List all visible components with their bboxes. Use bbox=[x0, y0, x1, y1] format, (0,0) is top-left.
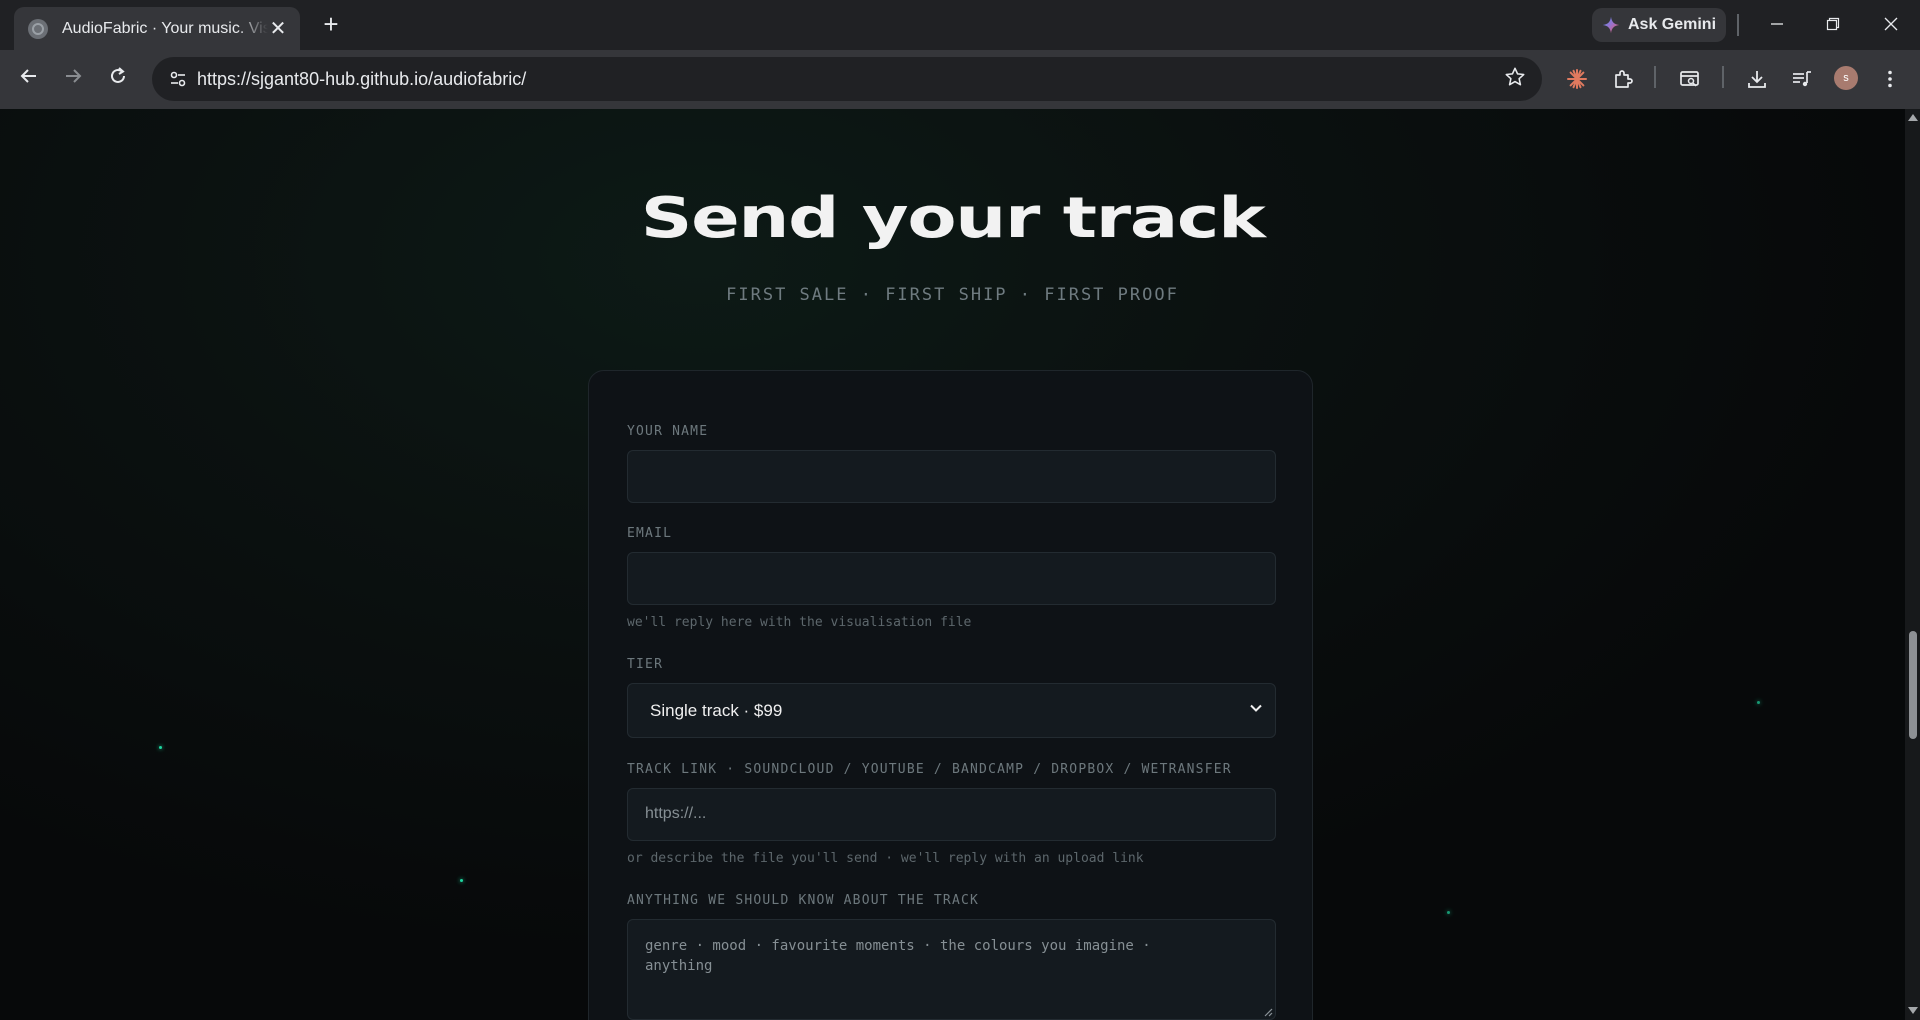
divider bbox=[1722, 66, 1724, 88]
email-input[interactable] bbox=[627, 552, 1276, 605]
puzzle-icon bbox=[1615, 70, 1633, 88]
email-label: EMAIL bbox=[627, 526, 673, 541]
url-text[interactable]: https://sjgant80-hub.github.io/audiofabr… bbox=[197, 69, 526, 90]
more-vertical-icon bbox=[1888, 70, 1892, 88]
browser-chrome: AudioFabric · Your music. Visualised ✕ +… bbox=[0, 0, 1920, 109]
particle bbox=[159, 746, 162, 749]
page-scrollbar[interactable] bbox=[1905, 109, 1920, 1020]
restore-icon bbox=[1826, 17, 1840, 31]
profile-avatar[interactable]: s bbox=[1834, 66, 1858, 90]
extensions-button[interactable] bbox=[1608, 64, 1638, 94]
notes-label: ANYTHING WE SHOULD KNOW ABOUT THE TRACK bbox=[627, 893, 980, 908]
ask-gemini-button[interactable]: Ask Gemini bbox=[1592, 8, 1726, 42]
track-link-label: TRACK LINK · SOUNDCLOUD / YOUTUBE / BAND… bbox=[627, 762, 1232, 777]
close-icon bbox=[1884, 17, 1898, 31]
close-window-button[interactable] bbox=[1876, 10, 1906, 40]
scroll-down-icon[interactable] bbox=[1908, 1007, 1918, 1014]
ask-gemini-label: Ask Gemini bbox=[1627, 16, 1717, 33]
submission-form: YOUR NAME EMAIL we'll reply here with th… bbox=[588, 370, 1313, 1020]
tab-title: AudioFabric · Your music. Visualised bbox=[62, 19, 268, 37]
tab-search-button[interactable] bbox=[1675, 64, 1705, 94]
name-label: YOUR NAME bbox=[627, 424, 709, 439]
close-tab-icon[interactable]: ✕ bbox=[268, 19, 288, 39]
tier-selected-value: Single track · $99 bbox=[650, 701, 783, 720]
sunburst-icon bbox=[1567, 69, 1587, 89]
reload-button[interactable] bbox=[103, 64, 133, 94]
scrollbar-thumb[interactable] bbox=[1909, 631, 1917, 739]
tab-strip: AudioFabric · Your music. Visualised ✕ +… bbox=[0, 0, 1920, 50]
track-link-hint: or describe the file you'll send · we'll… bbox=[627, 851, 1144, 866]
arrow-left-icon bbox=[20, 69, 36, 83]
scroll-up-icon[interactable] bbox=[1908, 114, 1918, 121]
divider bbox=[1654, 66, 1656, 88]
bookmark-star-button[interactable] bbox=[1502, 66, 1528, 92]
particle bbox=[1757, 701, 1760, 704]
forward-button[interactable] bbox=[58, 64, 88, 94]
restore-button[interactable] bbox=[1818, 10, 1848, 40]
name-input[interactable] bbox=[627, 450, 1276, 503]
page-viewport: Send your track FIRST SALE · FIRST SHIP … bbox=[0, 109, 1905, 1020]
tier-select[interactable]: Single track · $99 bbox=[627, 683, 1276, 738]
new-tab-button[interactable]: + bbox=[318, 11, 344, 38]
page-title: Send your track bbox=[640, 186, 1266, 251]
site-info-button[interactable] bbox=[164, 65, 192, 93]
arrow-right-icon bbox=[66, 69, 82, 83]
notes-placeholder: genre · mood · favourite moments · the c… bbox=[645, 938, 1151, 974]
address-bar[interactable]: https://sjgant80-hub.github.io/audiofabr… bbox=[152, 57, 1542, 101]
track-link-placeholder: https://... bbox=[645, 805, 707, 822]
tab-search-icon bbox=[1680, 71, 1699, 87]
page-subtitle: FIRST SALE · FIRST SHIP · FIRST PROOF bbox=[726, 285, 1179, 305]
queue-music-icon bbox=[1793, 71, 1811, 87]
browser-toolbar: https://sjgant80-hub.github.io/audiofabr… bbox=[0, 50, 1920, 109]
downloads-button[interactable] bbox=[1742, 64, 1772, 94]
chevron-down-icon bbox=[1250, 704, 1262, 712]
star-icon bbox=[1505, 67, 1525, 86]
minimize-button[interactable] bbox=[1762, 10, 1792, 40]
reload-icon bbox=[111, 67, 125, 83]
extension-claude-button[interactable] bbox=[1562, 64, 1592, 94]
particle bbox=[460, 879, 463, 882]
divider bbox=[1737, 14, 1739, 36]
minimize-icon bbox=[1771, 23, 1783, 25]
tune-icon bbox=[170, 71, 186, 87]
resize-handle-icon[interactable] bbox=[1263, 1007, 1273, 1017]
back-button[interactable] bbox=[14, 64, 44, 94]
tier-label: TIER bbox=[627, 657, 664, 672]
download-icon bbox=[1748, 71, 1766, 88]
globe-icon bbox=[28, 18, 48, 39]
menu-button[interactable] bbox=[1875, 64, 1905, 94]
media-controls-button[interactable] bbox=[1787, 64, 1817, 94]
email-hint: we'll reply here with the visualisation … bbox=[627, 615, 972, 630]
notes-textarea[interactable]: genre · mood · favourite moments · the c… bbox=[627, 919, 1276, 1020]
browser-tab[interactable]: AudioFabric · Your music. Visualised ✕ bbox=[14, 7, 300, 50]
gemini-star-icon bbox=[1602, 16, 1620, 34]
track-link-input[interactable]: https://... bbox=[627, 788, 1276, 841]
particle bbox=[1447, 911, 1450, 914]
